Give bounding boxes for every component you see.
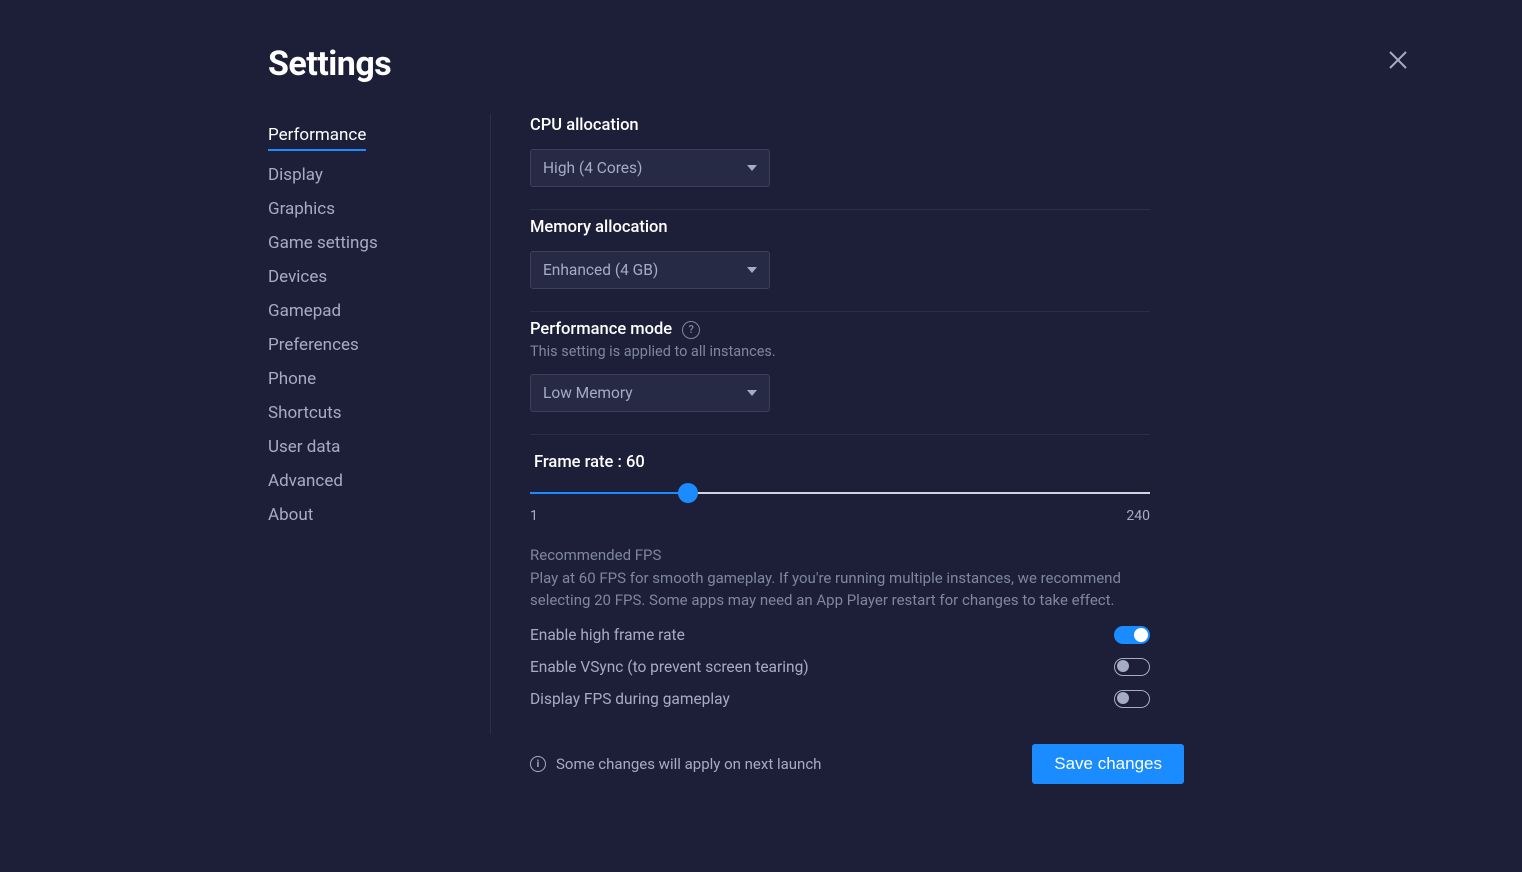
performance-mode-select[interactable]: Low Memory [530,374,770,412]
toggle-label: Display FPS during gameplay [530,690,730,708]
recommended-fps-block: Recommended FPS Play at 60 FPS for smoot… [530,546,1150,612]
sidebar-item-shortcuts[interactable]: Shortcuts [268,396,468,430]
sidebar-item-devices[interactable]: Devices [268,260,468,294]
slider-range-labels: 1 240 [530,508,1150,524]
chevron-down-icon [747,390,757,396]
slider-thumb[interactable] [678,483,698,503]
sidebar-item-phone[interactable]: Phone [268,362,468,396]
frame-rate-section: Frame rate : 60 1 240 Recommended FPS Pl… [530,435,1150,730]
sidebar-item-label: Performance [268,125,366,151]
sidebar-item-label: Devices [268,267,327,287]
sidebar-item-user-data[interactable]: User data [268,430,468,464]
frame-rate-slider[interactable] [530,488,1150,498]
display-fps-toggle[interactable] [1114,690,1150,708]
recommended-fps-desc: Play at 60 FPS for smooth gameplay. If y… [530,568,1130,612]
vsync-toggle[interactable] [1114,658,1150,676]
high-frame-rate-toggle[interactable] [1114,626,1150,644]
settings-content: CPU allocation High (4 Cores) Memory all… [530,108,1150,730]
toggle-row-show-fps: Display FPS during gameplay [530,690,1150,708]
settings-footer: i Some changes will apply on next launch… [530,744,1184,784]
close-button[interactable] [1386,48,1410,72]
sidebar-item-preferences[interactable]: Preferences [268,328,468,362]
slider-min: 1 [530,508,538,524]
sidebar-item-label: User data [268,437,340,457]
save-changes-button[interactable]: Save changes [1032,744,1184,784]
sidebar-item-display[interactable]: Display [268,158,468,192]
slider-max: 240 [1126,508,1150,524]
toggle-row-high-fps: Enable high frame rate [530,626,1150,644]
toggle-row-vsync: Enable VSync (to prevent screen tearing) [530,658,1150,676]
sidebar-item-performance[interactable]: Performance [268,118,468,158]
memory-allocation-label: Memory allocation [530,218,1150,237]
performance-mode-label: Performance mode [530,320,672,339]
toggle-label: Enable high frame rate [530,626,685,644]
sidebar-item-label: Display [268,165,323,185]
info-icon: i [530,756,546,772]
sidebar-item-label: About [268,505,313,525]
recommended-fps-title: Recommended FPS [530,546,1150,564]
sidebar-item-label: Phone [268,369,316,389]
sidebar-item-label: Advanced [268,471,343,491]
memory-allocation-section: Memory allocation Enhanced (4 GB) [530,210,1150,312]
sidebar-item-graphics[interactable]: Graphics [268,192,468,226]
settings-window: Settings Performance Display Graphics Ga… [0,0,1522,872]
sidebar-item-label: Gamepad [268,301,341,321]
frame-rate-label: Frame rate : 60 [534,453,1150,472]
cpu-allocation-select[interactable]: High (4 Cores) [530,149,770,187]
frame-rate-value: 60 [626,453,645,472]
page-title: Settings [268,44,391,84]
sidebar-item-label: Game settings [268,233,378,253]
sidebar-item-label: Shortcuts [268,403,342,423]
cpu-allocation-value: High (4 Cores) [543,159,642,177]
cpu-allocation-section: CPU allocation High (4 Cores) [530,108,1150,210]
toggle-label: Enable VSync (to prevent screen tearing) [530,658,809,676]
sidebar-item-label: Preferences [268,335,359,355]
performance-mode-sub: This setting is applied to all instances… [530,343,1150,360]
chevron-down-icon [747,267,757,273]
sidebar-item-label: Graphics [268,199,335,219]
toggle-knob [1117,660,1129,672]
chevron-down-icon [747,165,757,171]
sidebar-divider [490,114,491,734]
memory-allocation-value: Enhanced (4 GB) [543,261,658,279]
sidebar-item-advanced[interactable]: Advanced [268,464,468,498]
help-icon[interactable]: ? [682,321,700,339]
close-icon [1386,48,1410,72]
settings-sidebar: Performance Display Graphics Game settin… [268,118,468,532]
performance-mode-value: Low Memory [543,384,633,402]
toggle-knob [1134,628,1148,642]
toggle-knob [1117,692,1129,704]
cpu-allocation-label: CPU allocation [530,116,1150,135]
sidebar-item-about[interactable]: About [268,498,468,532]
slider-fill [530,492,688,494]
memory-allocation-select[interactable]: Enhanced (4 GB) [530,251,770,289]
performance-mode-section: Performance mode ? This setting is appli… [530,312,1150,435]
sidebar-item-gamepad[interactable]: Gamepad [268,294,468,328]
footer-note-text: Some changes will apply on next launch [556,755,821,773]
footer-note: i Some changes will apply on next launch [530,755,821,773]
sidebar-item-game-settings[interactable]: Game settings [268,226,468,260]
